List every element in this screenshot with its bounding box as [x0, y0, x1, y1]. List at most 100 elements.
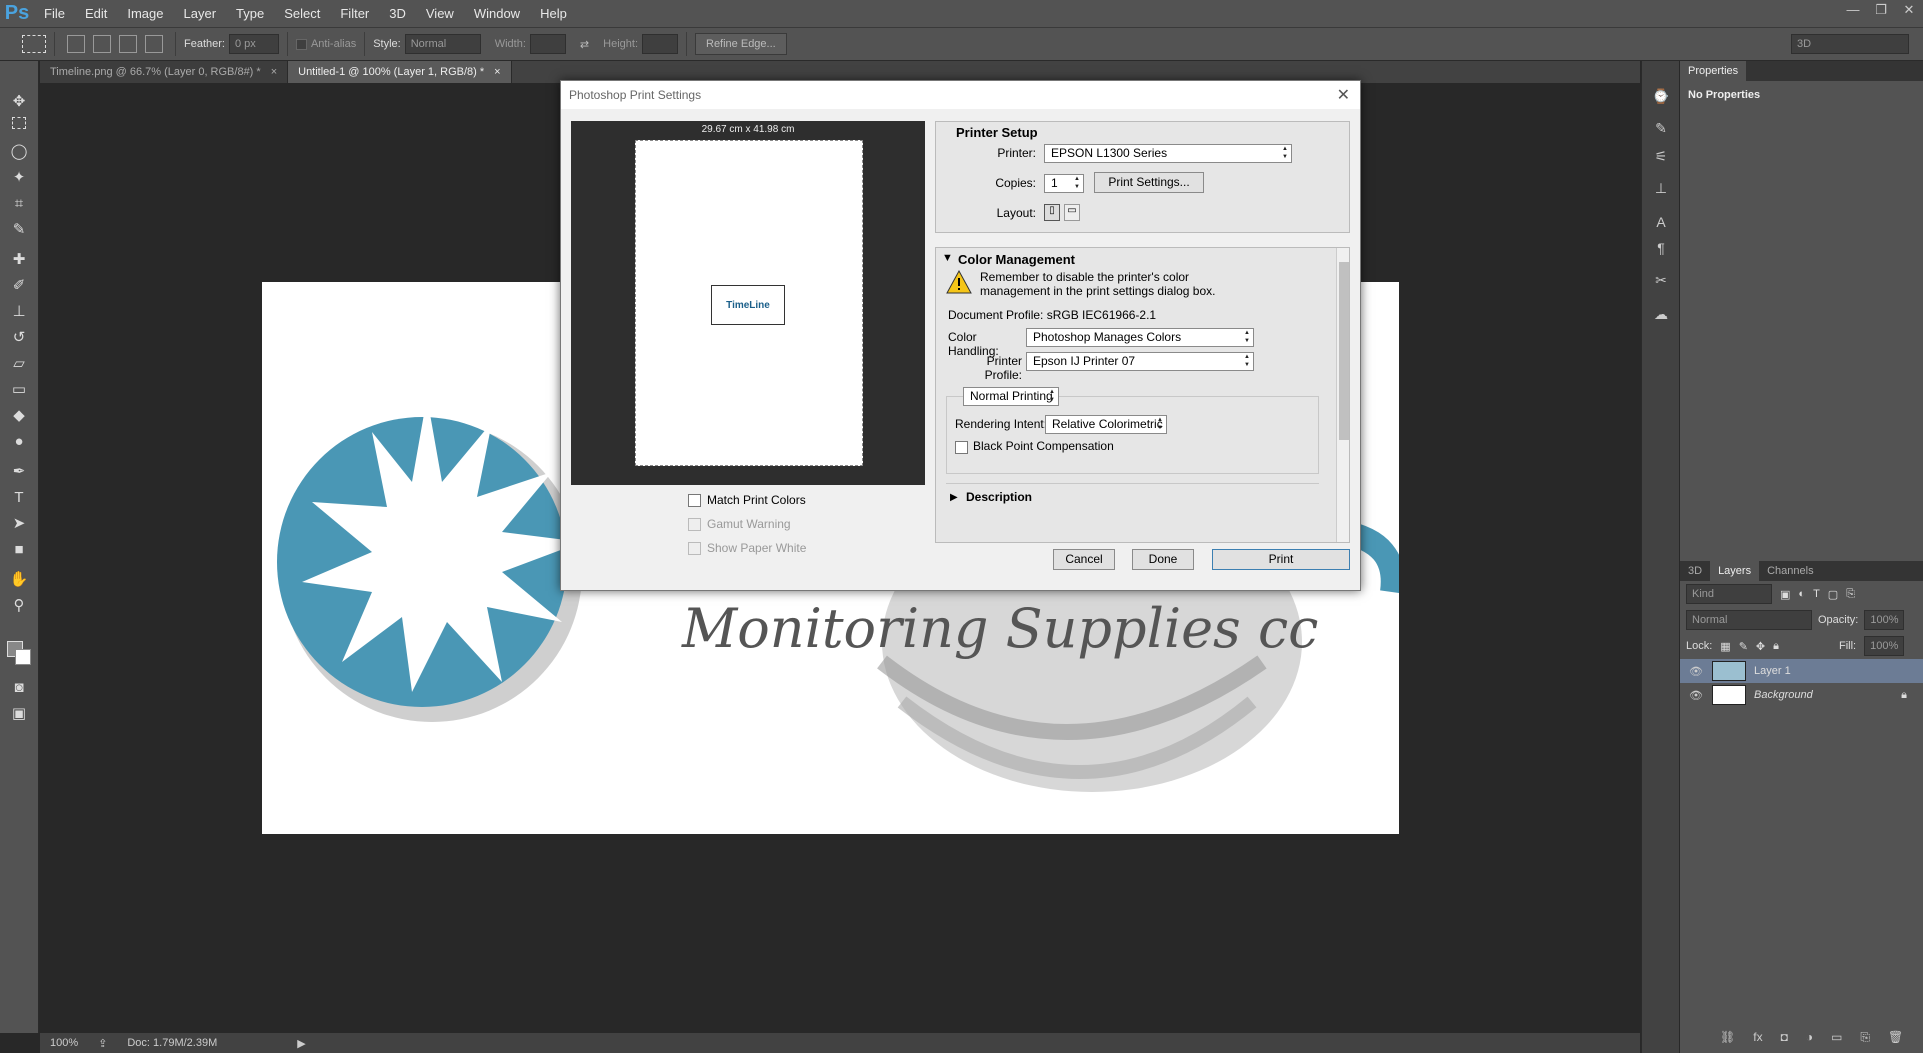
quick-mask-icon[interactable]: ◙: [8, 677, 30, 699]
blend-mode-select[interactable]: Normal: [1686, 610, 1812, 630]
done-button[interactable]: Done: [1132, 549, 1194, 570]
new-layer-icon[interactable]: ⎘: [1860, 1030, 1870, 1045]
close-button[interactable]: ✕: [1895, 0, 1923, 20]
layer-row-background[interactable]: 👁︎ Background 🔒︎: [1680, 683, 1923, 707]
restore-button[interactable]: ❐: [1867, 0, 1895, 20]
brush-presets-icon[interactable]: ✎: [1650, 117, 1672, 139]
type-tool-icon[interactable]: T: [8, 487, 30, 509]
close-icon[interactable]: ×: [271, 61, 277, 83]
paragraph-icon[interactable]: ¶: [1650, 237, 1672, 259]
background-color-swatch[interactable]: [15, 649, 31, 665]
portrait-layout-icon[interactable]: ▯: [1044, 204, 1060, 221]
height-input[interactable]: [642, 34, 678, 54]
eyedropper-icon[interactable]: ✎: [8, 219, 30, 241]
scrollbar[interactable]: [1336, 248, 1349, 542]
blur-tool-icon[interactable]: ◆: [8, 405, 30, 427]
landscape-layout-icon[interactable]: ▭: [1064, 204, 1080, 221]
adjustment-layer-icon[interactable]: ◑: [1806, 1030, 1813, 1045]
menu-select[interactable]: Select: [274, 0, 330, 27]
hand-tool-icon[interactable]: ✋: [8, 569, 30, 591]
opacity-input[interactable]: 100%: [1864, 610, 1905, 630]
menu-edit[interactable]: Edit: [75, 0, 117, 27]
width-input[interactable]: [529, 34, 566, 54]
color-handling-select[interactable]: Photoshop Manages Colors: [1026, 328, 1254, 347]
feather-input[interactable]: 0 px: [228, 34, 279, 54]
swap-icon[interactable]: ⇄: [580, 38, 589, 51]
tab-timeline[interactable]: Timeline.png @ 66.7% (Layer 0, RGB/8#) *…: [40, 61, 289, 83]
play-icon[interactable]: ▶: [297, 1037, 305, 1050]
print-settings-button[interactable]: Print Settings...: [1094, 172, 1204, 193]
intersect-selection-icon[interactable]: [145, 35, 163, 53]
anti-alias-checkbox[interactable]: [295, 38, 307, 50]
print-button[interactable]: Print: [1212, 549, 1350, 570]
menu-3d[interactable]: 3D: [379, 0, 416, 27]
match-print-colors-checkbox[interactable]: [688, 493, 701, 507]
lasso-tool-icon[interactable]: ◯: [8, 141, 30, 163]
new-group-icon[interactable]: ▭: [1831, 1030, 1842, 1045]
filter-pixel-icon[interactable]: ▣: [1780, 588, 1790, 601]
fill-input[interactable]: 100%: [1864, 636, 1905, 656]
collapse-triangle-icon[interactable]: ▼: [942, 252, 953, 264]
libraries-icon[interactable]: ☁: [1650, 303, 1672, 325]
close-icon[interactable]: ✕: [1337, 85, 1350, 105]
magic-wand-icon[interactable]: ✦: [8, 167, 30, 189]
brush-tool-icon[interactable]: ✐: [8, 275, 30, 297]
marquee-tool-icon[interactable]: [12, 117, 26, 129]
trash-icon[interactable]: 🗑︎: [1888, 1030, 1903, 1045]
crop-tool-icon[interactable]: ⌗: [8, 193, 30, 215]
style-select[interactable]: Normal: [404, 34, 481, 54]
description-heading[interactable]: Description: [966, 490, 1032, 504]
clone-source-icon[interactable]: ⊥: [1650, 177, 1672, 199]
tab-3d[interactable]: 3D: [1680, 561, 1710, 581]
character-icon[interactable]: A: [1650, 211, 1672, 233]
cancel-button[interactable]: Cancel: [1053, 549, 1115, 570]
printer-profile-select[interactable]: Epson IJ Printer 07: [1026, 352, 1254, 371]
preview-image[interactable]: TimeLine: [711, 285, 785, 325]
tab-properties[interactable]: Properties: [1680, 61, 1747, 81]
link-layers-icon[interactable]: ⛓: [1720, 1030, 1735, 1045]
fx-icon[interactable]: fx: [1753, 1030, 1762, 1045]
menu-type[interactable]: Type: [226, 0, 274, 27]
lock-all-icon[interactable]: 🔒︎: [1773, 640, 1779, 653]
copies-input[interactable]: 1: [1044, 174, 1084, 193]
filter-adjust-icon[interactable]: ◐: [1798, 588, 1805, 600]
new-selection-icon[interactable]: [67, 35, 85, 53]
menu-filter[interactable]: Filter: [330, 0, 379, 27]
filter-type-icon[interactable]: T: [1813, 588, 1820, 600]
add-selection-icon[interactable]: [93, 35, 111, 53]
refine-edge-button[interactable]: Refine Edge...: [695, 33, 787, 55]
tab-layers[interactable]: Layers: [1710, 561, 1760, 581]
add-mask-icon[interactable]: ◘: [1781, 1030, 1788, 1045]
menu-file[interactable]: File: [34, 0, 75, 27]
rendering-intent-select[interactable]: Relative Colorimetric: [1045, 415, 1167, 434]
menu-help[interactable]: Help: [530, 0, 577, 27]
kind-filter-select[interactable]: Kind: [1686, 584, 1772, 604]
shape-tool-icon[interactable]: ■: [8, 539, 30, 561]
eraser-icon[interactable]: ▱: [8, 353, 30, 375]
eye-icon[interactable]: 👁︎: [1688, 689, 1704, 702]
healing-brush-icon[interactable]: ✚: [8, 249, 30, 271]
menu-layer[interactable]: Layer: [174, 0, 227, 27]
path-select-icon[interactable]: ➤: [8, 513, 30, 535]
history-icon[interactable]: ⌚: [1650, 85, 1672, 107]
lock-pixels-icon[interactable]: ▦: [1720, 640, 1730, 653]
move-tool-icon[interactable]: ✥: [8, 91, 30, 113]
print-mode-select[interactable]: Normal Printing: [963, 387, 1059, 406]
minimize-button[interactable]: —: [1839, 0, 1867, 20]
printer-select[interactable]: EPSON L1300 Series: [1044, 144, 1292, 163]
filter-shape-icon[interactable]: ▢: [1828, 588, 1838, 601]
dodge-tool-icon[interactable]: ●: [8, 431, 30, 453]
history-brush-icon[interactable]: ↺: [8, 327, 30, 349]
expand-triangle-icon[interactable]: ▶: [950, 492, 958, 503]
stamp-tool-icon[interactable]: ⊥: [8, 301, 30, 323]
gradient-tool-icon[interactable]: ▭: [8, 379, 30, 401]
tools-icon[interactable]: ✂: [1650, 269, 1672, 291]
black-point-compensation-checkbox[interactable]: [955, 441, 968, 454]
layer-row-layer-1[interactable]: 👁︎ Layer 1: [1680, 659, 1923, 683]
brush-settings-icon[interactable]: ⚟: [1650, 145, 1672, 167]
workspace-select[interactable]: 3D: [1791, 34, 1909, 54]
close-icon[interactable]: ×: [494, 61, 500, 83]
marquee-tool-icon[interactable]: [22, 35, 46, 53]
export-icon[interactable]: ⇪: [98, 1037, 107, 1050]
menu-view[interactable]: View: [416, 0, 464, 27]
